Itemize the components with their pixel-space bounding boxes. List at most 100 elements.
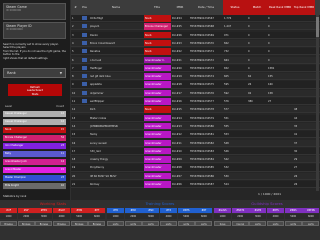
table-cell [294, 32, 315, 39]
section-button[interactable]: Browse [88, 221, 106, 226]
table-row[interactable]: 10 oldjammer Grandmaster RU-#17 TR5678901234… [71, 89, 320, 97]
table-cell: red g8 dark blue [90, 75, 111, 79]
level-row[interactable]: Grandmaster Jonh 14 [3, 159, 66, 166]
table-row[interactable]: 2 player1 Bronze Challenger RU-#25 TR5678901… [71, 23, 320, 31]
table-cell: 11 [72, 100, 76, 103]
table-cell: 35 [294, 124, 298, 128]
table-cell: 18 [72, 158, 76, 162]
table-cell: 44 [294, 116, 298, 120]
level-row[interactable]: Noob 15 [3, 127, 66, 134]
table-row[interactable]: 9 applebite Grandmaster RU-#18 TR56789012345… [71, 81, 320, 89]
table-row[interactable]: 18 creamy thingy Grandmaster RU-#09 TR567890… [71, 156, 320, 164]
table-row[interactable]: 20 IM SO BUSY SO BUSY Grandmaster RU-#07 TR5… [71, 172, 320, 180]
section-button[interactable]: sorts [124, 221, 142, 226]
section-value: 5000 [284, 214, 302, 219]
section-button[interactable]: Browse [53, 221, 71, 226]
flag-icon [82, 24, 87, 29]
table-cell: 5 [72, 50, 74, 54]
table-row[interactable]: 12 Rich Noob RU-#15 TR5678901234578 577 48 [71, 106, 320, 114]
table-row[interactable]: 4 Bronx Columbiavert Noob RU-#23 TR567890123… [71, 39, 320, 48]
section-button[interactable]: Browse [70, 221, 88, 226]
table-row[interactable]: 5 Renatus Noob RU-#22 TR5678901234571 732 0 0 [71, 48, 320, 56]
section-button[interactable]: Save [214, 221, 232, 226]
rank-select[interactable]: Rank ▼ [3, 68, 66, 78]
table-row[interactable]: 7 Heilfinger Grandmaster RU-#20 TR5678901234… [71, 64, 320, 72]
table-row[interactable]: 8 red g8 dark blue Grandmaster RU-#19 TR5678… [71, 73, 320, 81]
section-column-header: #GF [17, 208, 35, 213]
column-header[interactable]: Match [247, 0, 267, 15]
section-button[interactable]: sorts [284, 221, 302, 226]
table-row[interactable]: 6 c-turn-ali Grandmaster C. RU-#21 TR5678901… [71, 56, 320, 64]
level-row[interactable]: Iron Challenger 23 [3, 143, 66, 150]
table-row[interactable]: 14 JOHNNOBLEBOXHMSN Grandmaster RU-#13 TR567… [71, 122, 320, 131]
column-header[interactable]: Top Rank MMR [293, 0, 315, 15]
table-row[interactable]: 1 OCSoHbgt Noob RU-#24 TR5678901234567 1,776 0… [71, 15, 320, 23]
section-button[interactable]: sorts [302, 221, 320, 226]
table-row[interactable]: 15 Tenby Grandmaster RU-#12 TR5678901234581 5… [71, 131, 320, 139]
column-header[interactable]: Pos [80, 0, 89, 15]
level-count: 11 [60, 152, 64, 155]
level-row[interactable]: Baby 11 [3, 151, 66, 158]
table-cell: 0 [248, 25, 250, 29]
section-button[interactable]: sorts [249, 221, 267, 226]
table-cell: Mister rookie [90, 116, 107, 120]
column-header[interactable]: Status [223, 0, 247, 15]
table-cell: 595 [224, 83, 229, 87]
table-row[interactable]: 17 h3ll_raid Grandmaster RU-#10 TR5678901234… [71, 147, 320, 155]
table-cell: 553 [224, 133, 229, 137]
table-row[interactable]: 13 Mister rookie Grandmaster RU-#14 TR567890… [71, 114, 320, 122]
column-header[interactable]: MMR [171, 0, 189, 15]
table-row[interactable]: 21 Rodney Grandmaster RU-#06 TR5678901234587… [71, 181, 320, 189]
section-button[interactable]: sorts [195, 221, 213, 226]
level-name: Casual Challenger [5, 120, 27, 123]
section-button[interactable]: Browse [35, 221, 53, 226]
section-column-header: #RTS [267, 208, 285, 213]
section-value: 4000 [267, 214, 285, 219]
table-cell: Grandmaster [144, 114, 171, 122]
table-row[interactable]: 19 PonyDanny Grandmaster RU-#08 TR5678901234… [71, 164, 320, 172]
table-row[interactable]: 16 sunny sunset Grandmaster RU-#11 TR5678901… [71, 139, 320, 147]
level-row[interactable]: Casual Challenger 12 [3, 111, 66, 118]
scrollbar-thumb[interactable] [316, 17, 319, 37]
level-row[interactable]: Master Champion 23 [3, 175, 66, 182]
table-cell: TR5678901234578 [190, 108, 214, 112]
stats-section: Working Stats #UF 1000 Browse #GF 2000 Browse #… [0, 200, 106, 240]
table-scrollbar[interactable] [316, 15, 319, 191]
table-cell: TR5678901234584 [190, 158, 214, 162]
section-button[interactable]: sorts [107, 221, 125, 226]
steam-game-panel[interactable]: Steam Game ID 0000000 [3, 3, 66, 20]
refresh-button[interactable]: Refresh Leaderboard Stats [8, 84, 62, 96]
section-button[interactable]: sorts [142, 221, 160, 226]
level-row[interactable]: Bronze Challenger 54 [3, 135, 66, 142]
level-row[interactable]: Elite Knight 10 [3, 183, 66, 190]
flag-icon [82, 40, 87, 45]
section-value: 2000 [124, 214, 142, 219]
column-header[interactable]: Peak Rank MMR [267, 0, 293, 15]
table-cell: RU-#26 [172, 33, 182, 37]
level-row[interactable]: Grand Master 15 [3, 167, 66, 174]
section-value: 2000 [231, 214, 249, 219]
table-row[interactable]: 3 Danko Noob RU-#26 TR5678901234569 971 0 0 [71, 31, 320, 39]
table-cell: RU-#19 [172, 75, 182, 79]
table-cell: 2 [72, 25, 74, 29]
column-header[interactable]: Name [89, 0, 143, 15]
column-header[interactable]: Title [143, 0, 171, 15]
table-cell: 0 [268, 50, 270, 54]
table-cell: RU-#21 [172, 58, 182, 62]
table-cell: Grandmaster [144, 172, 171, 180]
steam-player-panel[interactable]: Steam Player ID ID 00000000 [3, 22, 66, 39]
section-button[interactable]: sorts [160, 221, 178, 226]
table-cell: RU-#10 [172, 149, 182, 153]
table-row[interactable]: 11 earlfillipper Grandmaster RU-#16 TR567890… [71, 98, 320, 106]
table-cell: applebite [90, 83, 102, 87]
section-button[interactable]: Browse [0, 221, 18, 226]
section-button[interactable]: Browse [17, 221, 35, 226]
level-row[interactable]: Casual Challenger 12 [3, 119, 66, 126]
column-header[interactable]: Date / Time [189, 0, 223, 15]
section-button[interactable]: sorts [267, 221, 285, 226]
column-header[interactable]: # [71, 0, 80, 15]
section-button[interactable]: sorts [177, 221, 195, 226]
section-button[interactable]: Cancel [231, 221, 249, 226]
table-cell [248, 140, 267, 147]
pagination[interactable]: 1 / 1000 / 2001 [258, 192, 281, 196]
